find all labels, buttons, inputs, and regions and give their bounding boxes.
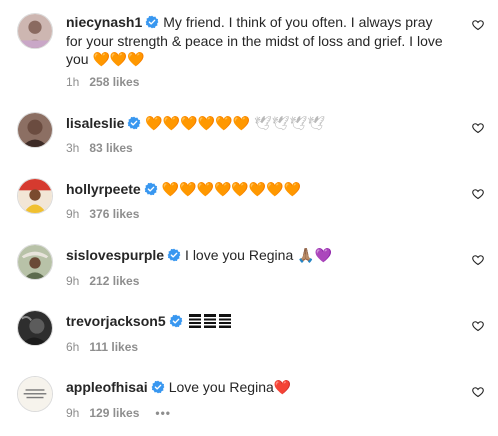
more-options-button[interactable]: ••• bbox=[155, 406, 171, 420]
verified-badge-icon bbox=[169, 314, 183, 328]
comment-likes[interactable]: 111 likes bbox=[89, 340, 138, 354]
verified-badge-icon bbox=[167, 248, 181, 262]
emoji: 🧡🧡🧡 bbox=[92, 51, 145, 67]
heart-outline-icon bbox=[472, 189, 484, 200]
comment-username[interactable]: hollyrpeete bbox=[66, 181, 141, 197]
heart-outline-icon bbox=[472, 123, 484, 134]
avatar[interactable] bbox=[17, 310, 53, 346]
avatar[interactable] bbox=[17, 178, 53, 214]
comment-username[interactable]: niecynash1 bbox=[66, 14, 142, 30]
heart-outline-icon bbox=[472, 20, 484, 31]
like-button[interactable] bbox=[472, 386, 484, 398]
emoji: 🧡🧡🧡🧡🧡🧡 bbox=[145, 115, 250, 131]
comment-likes[interactable]: 129 likes bbox=[89, 406, 139, 420]
comment-text: I love you Regina bbox=[185, 247, 294, 263]
emoji: 🕊🕊🕊🕊 bbox=[253, 115, 325, 131]
verified-badge-icon bbox=[151, 380, 165, 394]
verified-badge-icon bbox=[144, 182, 158, 196]
emoji: ❤️ bbox=[273, 379, 292, 395]
comment-time: 9h bbox=[66, 207, 80, 221]
like-button[interactable] bbox=[472, 122, 484, 134]
comment-likes[interactable]: 376 likes bbox=[89, 207, 139, 221]
comment-likes[interactable]: 212 likes bbox=[89, 274, 139, 288]
comment-time: 9h bbox=[66, 274, 80, 288]
bars-emoji-icon bbox=[188, 314, 231, 333]
verified-badge-icon bbox=[127, 116, 141, 130]
like-button[interactable] bbox=[472, 320, 484, 332]
comment-likes[interactable]: 258 likes bbox=[89, 75, 139, 89]
emoji: 💜 bbox=[314, 247, 332, 263]
like-button[interactable] bbox=[472, 19, 484, 31]
emoji: 🧡🧡🧡🧡🧡🧡🧡🧡 bbox=[161, 181, 302, 197]
heart-outline-icon bbox=[472, 321, 484, 332]
comment-text: Love you Regina bbox=[168, 379, 274, 395]
avatar[interactable] bbox=[17, 376, 53, 412]
like-button[interactable] bbox=[472, 254, 484, 266]
comment-username[interactable]: appleofhisai bbox=[66, 379, 148, 395]
like-button[interactable] bbox=[472, 188, 484, 200]
comment-likes[interactable]: 83 likes bbox=[89, 141, 132, 155]
comment-time: 6h bbox=[66, 340, 80, 354]
comment-username[interactable]: lisaleslie bbox=[66, 115, 124, 131]
comment-time: 1h bbox=[66, 75, 80, 89]
comment-username[interactable]: trevorjackson5 bbox=[66, 313, 166, 329]
avatar[interactable] bbox=[17, 244, 53, 280]
comment-time: 9h bbox=[66, 406, 80, 420]
avatar[interactable] bbox=[17, 112, 53, 148]
verified-badge-icon bbox=[145, 15, 159, 29]
comment-time: 3h bbox=[66, 141, 80, 155]
comment-username[interactable]: sislovespurple bbox=[66, 247, 164, 263]
emoji: 🙏🏽 bbox=[297, 247, 315, 263]
heart-outline-icon bbox=[472, 387, 484, 398]
heart-outline-icon bbox=[472, 255, 484, 266]
avatar[interactable] bbox=[17, 13, 53, 49]
